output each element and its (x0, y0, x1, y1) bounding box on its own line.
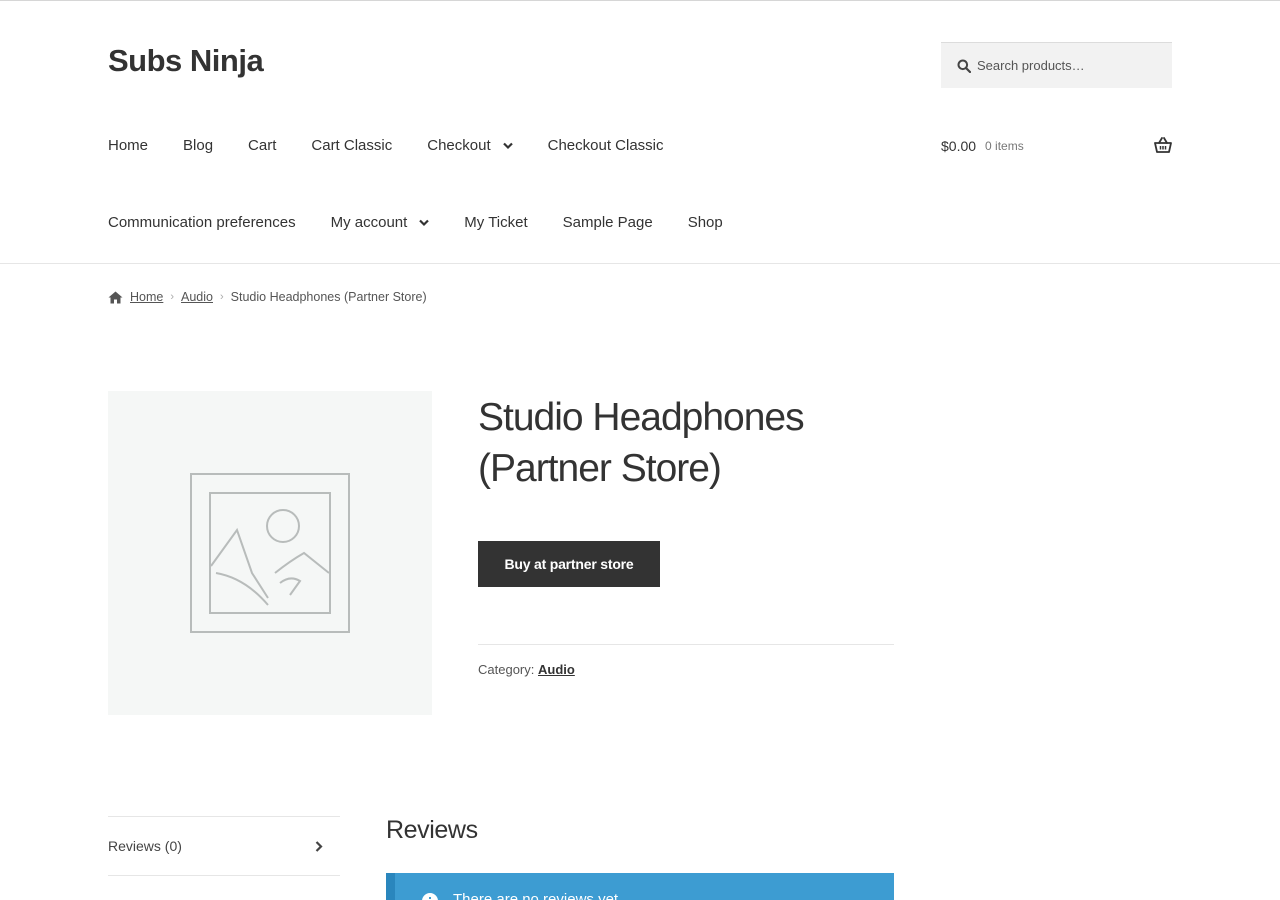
no-reviews-text: There are no reviews yet. (453, 891, 623, 900)
nav-item-blog[interactable]: Blog (183, 136, 213, 156)
chevron-right-icon (315, 840, 323, 852)
breadcrumb-current: Studio Headphones (Partner Store) (230, 290, 427, 304)
top-border (0, 0, 1280, 1)
product-image-placeholder[interactable] (108, 391, 432, 715)
image-placeholder-icon (190, 473, 350, 633)
tab-reviews[interactable]: Reviews (0) (108, 817, 340, 875)
nav-item-shop[interactable]: Shop (688, 213, 723, 233)
category-label: Category: (478, 662, 535, 677)
header-cart[interactable]: $0.00 0 items (941, 136, 1172, 156)
product-category: Category: Audio (478, 662, 575, 677)
nav-item-checkout-classic[interactable]: Checkout Classic (548, 136, 664, 156)
reviews-heading: Reviews (386, 816, 478, 844)
nav-item-checkout[interactable]: Checkout (427, 136, 513, 156)
cart-total: $0.00 (941, 138, 977, 154)
product-meta-divider (478, 644, 894, 645)
breadcrumb-home-link[interactable]: Home (130, 290, 163, 304)
basket-icon[interactable] (1154, 137, 1172, 154)
chevron-down-icon[interactable] (502, 142, 513, 150)
nav-item-cart-classic[interactable]: Cart Classic (311, 136, 392, 156)
primary-nav-row-2: Communication preferences My account My … (108, 213, 758, 233)
nav-item-my-ticket[interactable]: My Ticket (464, 213, 527, 233)
search-bar[interactable] (941, 42, 1172, 88)
nav-item-sample-page[interactable]: Sample Page (563, 213, 653, 233)
home-icon (108, 291, 123, 303)
breadcrumb-separator-icon: › (220, 291, 224, 303)
info-icon (422, 893, 438, 900)
no-reviews-notice: There are no reviews yet. (386, 873, 894, 900)
search-input[interactable] (977, 58, 1157, 73)
product-title: Studio Headphones (Partner Store) (478, 396, 805, 490)
nav-item-communication-preferences[interactable]: Communication preferences (108, 213, 296, 233)
site-title[interactable]: Subs Ninja (108, 42, 264, 80)
search-icon (957, 59, 971, 73)
tabs-bottom-divider (108, 875, 340, 876)
chevron-down-icon[interactable] (419, 219, 430, 227)
nav-item-home[interactable]: Home (108, 136, 148, 156)
breadcrumb-category-link[interactable]: Audio (181, 290, 213, 304)
cart-count: 0 items (985, 139, 1024, 153)
breadcrumb: Home › Audio › Studio Headphones (Partne… (108, 290, 427, 304)
primary-nav-row-1: Home Blog Cart Cart Classic Checkout Che… (108, 136, 699, 156)
header-divider (0, 263, 1280, 264)
nav-item-my-account[interactable]: My account (331, 213, 430, 233)
breadcrumb-separator-icon: › (170, 291, 175, 303)
tab-reviews-label: Reviews (0) (108, 838, 182, 854)
category-link[interactable]: Audio (538, 662, 575, 677)
nav-item-cart[interactable]: Cart (248, 136, 276, 156)
buy-at-partner-store-button[interactable]: Buy at partner store (478, 541, 660, 587)
